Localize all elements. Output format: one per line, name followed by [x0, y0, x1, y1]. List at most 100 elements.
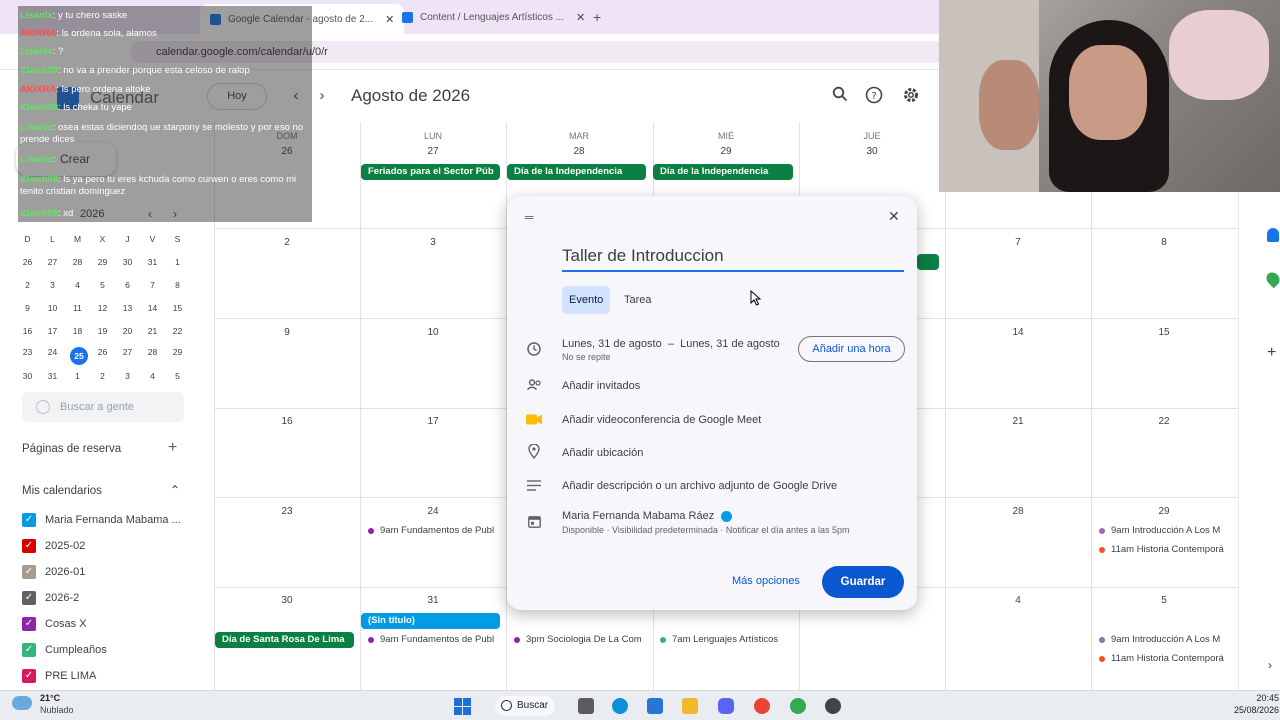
calendar-color-dot-icon[interactable]: [721, 510, 733, 522]
add-description-row[interactable]: Añadir descripción o un archivo adjunto …: [525, 475, 905, 497]
store-icon[interactable]: [647, 698, 663, 714]
task-view-icon[interactable]: [578, 698, 594, 714]
event-item[interactable]: 9am Fundamentos de Publ: [368, 634, 502, 645]
close-icon[interactable]: ✕: [888, 208, 900, 225]
day-number[interactable]: 14: [945, 327, 1091, 338]
mini-week-row[interactable]: 16 17 18 19 20 21 22: [15, 326, 191, 336]
tab-task[interactable]: Tarea: [617, 286, 659, 314]
edge-icon[interactable]: [612, 698, 628, 714]
event-item[interactable]: 7am Lenguajes Artísticos: [660, 634, 794, 645]
day-number[interactable]: 22: [1091, 416, 1237, 427]
calendar-item[interactable]: ✓ PRE LIMA: [22, 666, 96, 686]
event-title-input[interactable]: Taller de Introduccion: [562, 246, 904, 272]
day-number[interactable]: 16: [214, 416, 360, 427]
clock-date[interactable]: 25/08/2026: [1227, 705, 1279, 715]
day-number[interactable]: 29: [653, 146, 799, 157]
expand-panel-icon[interactable]: ›: [1268, 658, 1272, 672]
event-item[interactable]: 3pm Sociologia De La Com: [514, 634, 648, 645]
add-booking-icon[interactable]: +: [168, 439, 177, 457]
day-number[interactable]: 3: [360, 237, 506, 248]
search-icon[interactable]: [830, 86, 850, 106]
event-chip-sin-titulo[interactable]: (Sin título): [361, 613, 500, 629]
collapse-icon[interactable]: ⌃: [170, 483, 180, 497]
add-addon-icon[interactable]: +: [1267, 344, 1276, 362]
event-chip-independencia[interactable]: Día de la Independencia: [507, 164, 646, 180]
tab-event[interactable]: Evento: [562, 286, 611, 314]
contacts-icon[interactable]: [1267, 228, 1279, 242]
file-explorer-icon[interactable]: [682, 698, 698, 714]
calendar-item[interactable]: ✓ 2025-02: [22, 536, 85, 556]
calendar-item[interactable]: ✓ Cosas X: [22, 614, 87, 634]
windows-start-icon[interactable]: [454, 698, 471, 715]
tab-content-lenguajes[interactable]: Content / Lenguajes Artísticos ... ✕: [402, 6, 585, 28]
my-calendars-heading[interactable]: Mis calendarios: [22, 485, 102, 497]
day-number[interactable]: 23: [214, 506, 360, 517]
day-number[interactable]: 17: [360, 416, 506, 427]
event-item[interactable]: 9am Introducción A Los M: [1099, 525, 1234, 536]
weather-desc[interactable]: Nublado: [40, 705, 74, 715]
day-number[interactable]: 8: [1091, 237, 1237, 248]
checkbox-icon[interactable]: ✓: [22, 539, 36, 553]
day-number[interactable]: 5: [1091, 595, 1237, 606]
help-icon[interactable]: ?: [864, 86, 884, 106]
close-tab-icon[interactable]: ✕: [385, 13, 394, 26]
mini-today[interactable]: 25: [70, 347, 88, 365]
add-time-button[interactable]: Añadir una hora: [798, 336, 905, 362]
checkbox-icon[interactable]: ✓: [22, 643, 36, 657]
day-number[interactable]: 4: [945, 595, 1091, 606]
checkbox-icon[interactable]: ✓: [22, 617, 36, 631]
day-number[interactable]: 9: [214, 327, 360, 338]
maps-icon[interactable]: [1263, 269, 1280, 289]
calendar-item[interactable]: ✓ 2026-01: [22, 562, 85, 582]
day-number[interactable]: 24: [360, 506, 506, 517]
day-number[interactable]: 15: [1091, 327, 1237, 338]
gear-icon[interactable]: [901, 86, 921, 106]
mini-week-row[interactable]: 2345678: [15, 280, 191, 290]
day-number[interactable]: 2: [214, 237, 360, 248]
mini-week-row[interactable]: 23 24 25 26 27 28 29: [15, 347, 191, 365]
day-number[interactable]: 10: [360, 327, 506, 338]
event-chip-partial[interactable]: [917, 254, 939, 270]
checkbox-icon[interactable]: ✓: [22, 669, 36, 683]
booking-pages-heading[interactable]: Páginas de reserva: [22, 443, 121, 455]
calendar-item[interactable]: ✓ Maria Fernanda Mabama ...: [22, 510, 181, 530]
day-number[interactable]: 28: [945, 506, 1091, 517]
weather-temp[interactable]: 21°C: [40, 693, 60, 703]
day-number[interactable]: 30: [799, 146, 945, 157]
checkbox-icon[interactable]: ✓: [22, 565, 36, 579]
checkbox-icon[interactable]: ✓: [22, 591, 36, 605]
calendar-item[interactable]: ✓ Cumpleaños: [22, 640, 107, 660]
day-number[interactable]: 31: [360, 595, 506, 606]
new-tab-button[interactable]: +: [593, 6, 601, 28]
day-number[interactable]: 29: [1091, 506, 1237, 517]
mini-week-row[interactable]: 26 27 28 29 30 31 1: [15, 257, 191, 267]
day-number[interactable]: 28: [506, 146, 652, 157]
day-number[interactable]: 7: [945, 237, 1091, 248]
event-item[interactable]: 11am Historia Contemporá: [1099, 544, 1234, 555]
add-meet-row[interactable]: Añadir videoconferencia de Google Meet: [525, 409, 905, 431]
checkbox-icon[interactable]: ✓: [22, 513, 36, 527]
more-options-button[interactable]: Más opciones: [732, 575, 800, 587]
weather-cloud-icon[interactable]: [12, 696, 32, 710]
close-tab-icon[interactable]: ✕: [576, 11, 585, 24]
event-item[interactable]: 9am Introducción A Los M: [1099, 634, 1234, 645]
drag-handle-icon[interactable]: ═: [525, 210, 534, 224]
add-location-row[interactable]: Añadir ubicación: [525, 442, 905, 464]
discord-icon[interactable]: [718, 698, 734, 714]
event-item[interactable]: 11am Historia Contemporá: [1099, 653, 1234, 664]
calendar-item[interactable]: ✓ 2026-2: [22, 588, 79, 608]
mini-week-row[interactable]: 9 10 11 12 13 14 15: [15, 303, 191, 313]
event-chip-feriados[interactable]: Feriados para el Sector Púb: [361, 164, 500, 180]
chrome-profile-icon[interactable]: [790, 698, 806, 714]
day-number[interactable]: 27: [360, 146, 506, 157]
day-number[interactable]: 30: [214, 595, 360, 606]
obs-icon[interactable]: [825, 698, 841, 714]
add-guests-row[interactable]: Añadir invitados: [525, 375, 905, 397]
day-number[interactable]: 21: [945, 416, 1091, 427]
repeat-label[interactable]: No se repite: [562, 352, 780, 362]
event-chip-santa-rosa[interactable]: Día de Santa Rosa De Lima: [215, 632, 354, 648]
mini-week-row[interactable]: 30 31 1 2 3 4 5: [15, 371, 191, 381]
save-button[interactable]: Guardar: [822, 566, 904, 598]
chevron-right-icon[interactable]: ›: [312, 86, 332, 106]
calendar-owner-row[interactable]: Maria Fernanda Mabama Ráez Disponible · …: [525, 510, 905, 542]
